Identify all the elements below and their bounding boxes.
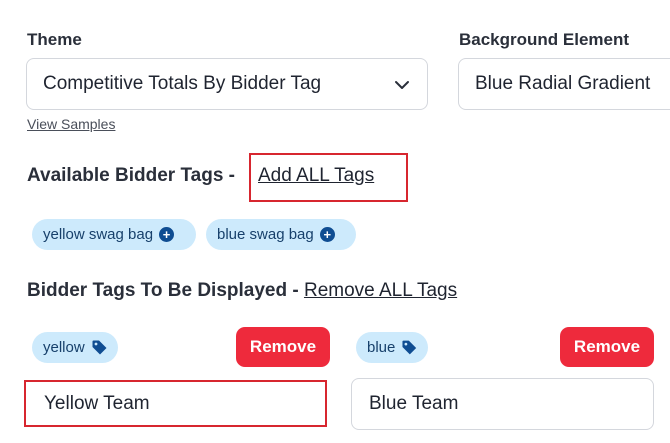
available-tag-chip[interactable]: blue swag bag + <box>206 219 356 250</box>
add-circle-icon[interactable]: + <box>319 227 335 242</box>
theme-label: Theme <box>27 30 82 49</box>
chip-label: blue swag bag <box>217 226 314 243</box>
remove-button[interactable]: Remove <box>236 327 330 367</box>
displayed-tag-chip: yellow <box>32 332 118 363</box>
theme-select[interactable]: Competitive Totals By Bidder Tag <box>26 58 428 110</box>
displayed-tags-heading: Bidder Tags To Be Displayed - Remove ALL… <box>27 280 457 302</box>
tag-icon <box>402 340 417 355</box>
theme-select-value: Competitive Totals By Bidder Tag <box>43 73 322 94</box>
available-tag-chip[interactable]: yellow swag bag + <box>32 219 196 250</box>
available-tags-title: Available Bidder Tags - <box>27 165 235 186</box>
add-all-tags-label: Add ALL Tags <box>258 165 375 186</box>
team-name-input[interactable] <box>351 378 654 430</box>
background-select-value: Blue Radial Gradient <box>475 73 651 94</box>
displayed-tag-chip: blue <box>356 332 428 363</box>
chevron-down-icon <box>395 81 409 89</box>
chip-label: yellow swag bag <box>43 226 154 243</box>
add-all-tags-link[interactable]: Add ALL Tags <box>258 165 374 187</box>
add-circle-icon[interactable]: + <box>159 227 175 242</box>
remove-all-tags-link[interactable]: Remove ALL Tags <box>304 280 457 301</box>
tag-icon <box>92 340 107 355</box>
remove-button[interactable]: Remove <box>560 327 654 367</box>
available-tags-heading: Available Bidder Tags - <box>27 165 235 187</box>
displayed-tags-title: Bidder Tags To Be Displayed - <box>27 280 304 301</box>
view-samples-link[interactable]: View Samples <box>27 116 115 132</box>
background-select[interactable]: Blue Radial Gradient <box>458 58 670 110</box>
chip-label: blue <box>367 339 396 356</box>
chip-label: yellow <box>43 339 85 356</box>
background-label: Background Element <box>459 30 630 49</box>
team-name-input[interactable] <box>27 378 324 430</box>
